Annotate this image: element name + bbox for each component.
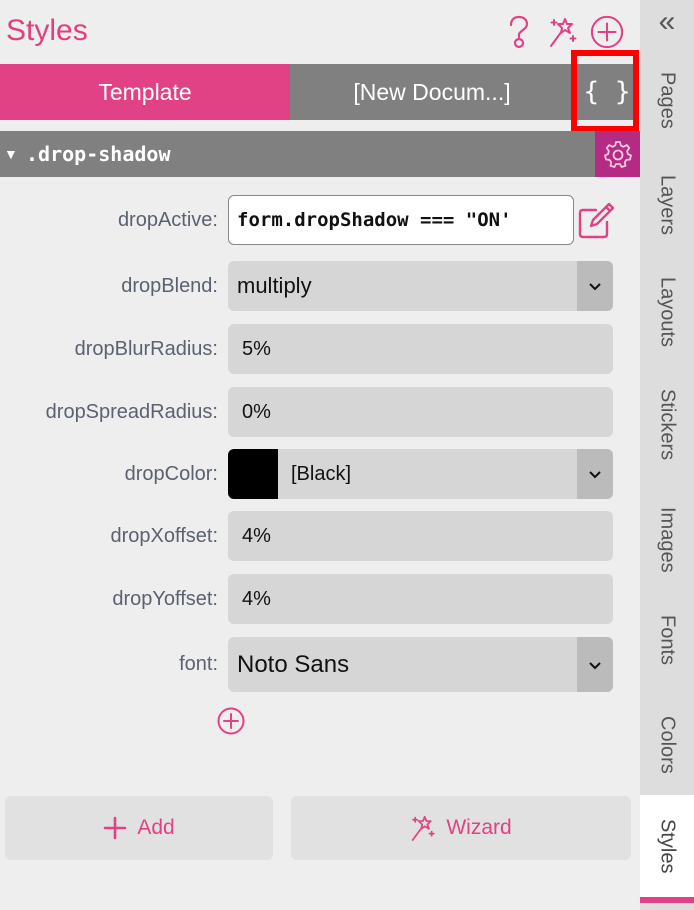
property-label: font: (179, 653, 218, 675)
code-view-button[interactable]: { } (574, 64, 638, 120)
edit-icon[interactable] (576, 201, 616, 241)
property-row-dropXoffset: dropXoffset: 4% (0, 511, 640, 561)
property-label: dropYoffset: (112, 588, 218, 610)
property-label: dropSpreadRadius: (45, 401, 218, 423)
add-property-button[interactable] (216, 706, 246, 736)
sidebar-tab-label: Stickers (656, 389, 679, 461)
section-settings-button[interactable] (595, 131, 640, 177)
code-braces-icon: { } (583, 77, 631, 107)
property-row-dropSpreadRadius: dropSpreadRadius: 0% (0, 387, 640, 437)
right-sidebar: « Pages Layers Layouts Stickers Images F… (640, 0, 694, 910)
drop-blend-select[interactable]: multiply (228, 261, 613, 311)
sidebar-tab-layers[interactable]: Layers (640, 160, 694, 250)
drop-spread-radius-input[interactable]: 0% (228, 387, 613, 437)
add-circle-icon[interactable] (590, 14, 624, 50)
property-label: dropBlurRadius: (74, 338, 218, 360)
chevron-down-icon[interactable] (577, 449, 613, 499)
sidebar-tab-label: Layouts (656, 276, 679, 348)
drop-color-select[interactable]: [Black] (228, 449, 613, 499)
sidebar-tab-colors[interactable]: Colors (640, 695, 694, 795)
collapse-sidebar-button[interactable]: « (640, 0, 694, 44)
add-circle-icon (217, 707, 245, 735)
sidebar-tab-label: Images (656, 507, 679, 573)
tab-new-document[interactable]: [New Docum...] (290, 64, 574, 120)
active-tab-indicator (640, 897, 694, 903)
sidebar-tab-label: Colors (656, 716, 679, 774)
drop-active-expression-input[interactable]: form.dropShadow === "ON' (228, 195, 574, 245)
select-value: [Black] (291, 462, 352, 485)
color-swatch[interactable] (228, 449, 278, 499)
help-icon[interactable] (502, 14, 536, 50)
wizard-button-label: Wizard (446, 816, 512, 839)
property-label: dropActive: (117, 209, 218, 231)
property-row-font: font: Noto Sans (0, 637, 640, 692)
sidebar-tab-stickers[interactable]: Stickers (640, 375, 694, 475)
style-class-name: .drop-shadow (26, 142, 171, 166)
drop-blur-radius-input[interactable]: 5% (228, 324, 613, 374)
select-value: Noto Sans (237, 650, 350, 678)
panel-header: Styles (0, 0, 640, 64)
sidebar-tab-label: Styles (656, 818, 679, 874)
drop-y-offset-input[interactable]: 4% (228, 574, 613, 624)
sidebar-tab-layouts[interactable]: Layouts (640, 262, 694, 362)
plus-icon (104, 816, 127, 840)
sidebar-tab-label: Pages (656, 71, 679, 129)
add-button-label: Add (137, 816, 175, 839)
caret-down-icon[interactable]: ▼ (4, 146, 22, 162)
property-row-dropColor: dropColor: [Black] (0, 449, 640, 499)
drop-x-offset-input[interactable]: 4% (228, 511, 613, 561)
sidebar-tab-pages[interactable]: Pages (640, 60, 694, 140)
property-row-dropBlend: dropBlend: multiply (0, 261, 640, 311)
style-section-header[interactable]: ▼ .drop-shadow (0, 131, 640, 177)
sidebar-tab-label: Fonts (656, 614, 679, 666)
chevron-down-icon[interactable] (577, 637, 613, 692)
property-row-dropBlurRadius: dropBlurRadius: 5% (0, 324, 640, 374)
sidebar-tab-fonts[interactable]: Fonts (640, 600, 694, 680)
chevron-down-icon[interactable] (577, 261, 613, 311)
property-label: dropColor: (124, 463, 218, 485)
wand-icon (412, 815, 436, 841)
wizard-button[interactable]: Wizard (291, 796, 631, 860)
wand-icon[interactable] (546, 14, 580, 50)
property-row-dropActive: dropActive: form.dropShadow === "ON' (0, 195, 640, 245)
sidebar-tab-styles[interactable]: Styles (640, 795, 694, 897)
sidebar-tab-images[interactable]: Images (640, 490, 694, 590)
styles-panel: Styles Template [New Docum...] {} ▼ .dr… (0, 0, 640, 910)
panel-title: Styles (6, 14, 88, 47)
select-value: multiply (237, 273, 312, 298)
tab-template[interactable]: Template (0, 64, 290, 120)
property-row-dropYoffset: dropYoffset: 4% (0, 574, 640, 624)
sidebar-tab-label: Layers (656, 174, 679, 236)
property-label: dropBlend: (121, 275, 218, 297)
double-chevron-left-icon: « (658, 5, 676, 38)
add-button[interactable]: Add (5, 796, 273, 860)
gear-icon (603, 141, 632, 168)
font-select[interactable]: Noto Sans (228, 637, 613, 692)
header-actions (502, 14, 624, 50)
property-label: dropXoffset: (110, 525, 218, 547)
document-tabs: Template [New Docum...] { } (0, 64, 640, 120)
